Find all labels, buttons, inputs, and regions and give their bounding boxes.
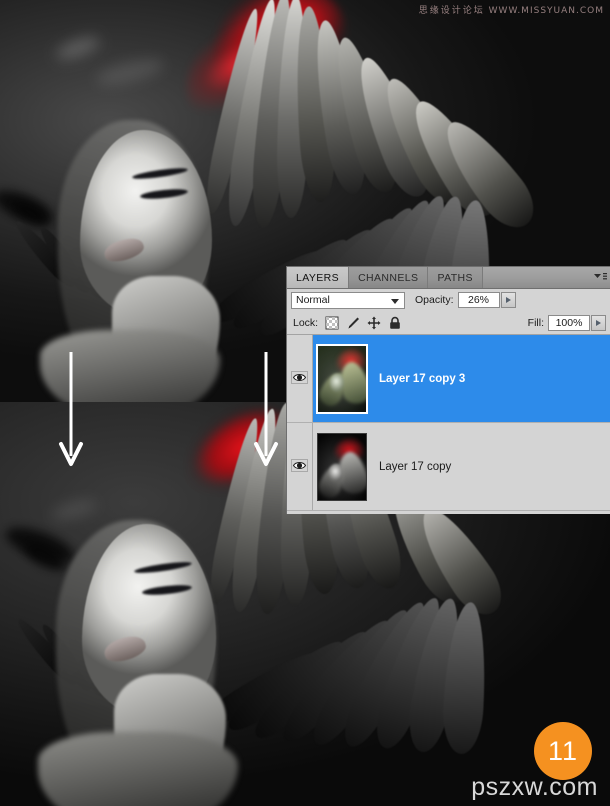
tab-layers-label: LAYERS (296, 271, 340, 284)
fill-input[interactable]: 100% (548, 314, 590, 331)
watermark-url: WWW.MISSYUAN.COM (488, 6, 604, 16)
lock-fill-row: Lock: Fill: 100% (287, 311, 610, 335)
step-number: 11 (547, 735, 579, 766)
opacity-stepper[interactable] (500, 292, 516, 308)
layer-visibility-cell[interactable] (287, 423, 313, 510)
layer-row-selected[interactable]: Layer 17 copy 3 (287, 335, 610, 423)
blend-opacity-row: Normal Opacity: 26% (287, 289, 610, 311)
site-watermark: pszxw.com (471, 773, 598, 801)
watermark: 思缘设计论坛 WWW.MISSYUAN.COM (419, 3, 604, 16)
lock-transparent-pixels-icon[interactable] (325, 316, 339, 330)
lock-image-pixels-icon[interactable] (346, 316, 360, 330)
caret-right-icon (505, 297, 511, 303)
layer-name: Layer 17 copy (379, 460, 452, 473)
fill-value: 100% (555, 316, 583, 329)
caret-right-icon (596, 319, 601, 326)
fill-stepper[interactable] (591, 314, 606, 331)
layer-thumbnail-green-red (316, 343, 368, 414)
fill-group: Fill: 100% (518, 314, 606, 331)
layers-panel: LAYERS CHANNELS PATHS Normal Opacity: 26… (286, 266, 610, 514)
tab-paths-label: PATHS (437, 271, 473, 284)
screenshot-root: 思缘设计论坛 WWW.MISSYUAN.COM 11 pszxw.com LAY… (0, 0, 610, 806)
opacity-label: Opacity: (415, 294, 454, 306)
layer-name: Layer 17 copy 3 (379, 372, 466, 385)
tab-paths[interactable]: PATHS (428, 267, 483, 288)
tab-channels-label: CHANNELS (358, 271, 419, 284)
step-badge: 11 (534, 722, 592, 780)
layer-thumbnail-cell[interactable] (313, 343, 371, 414)
chevron-down-icon (391, 298, 399, 304)
opacity-value: 26% (468, 294, 490, 306)
lock-all-icon[interactable] (388, 316, 402, 330)
opacity-input[interactable]: 26% (457, 292, 500, 308)
shoulder (38, 732, 238, 806)
layer-thumbnail-cell[interactable] (313, 432, 371, 501)
tab-bar-filler (483, 267, 610, 288)
layer-list: Layer 17 copy 3 Layer 17 copy (287, 335, 610, 511)
tab-layers[interactable]: LAYERS (287, 267, 350, 288)
lock-label: Lock: (293, 316, 319, 329)
layer-row[interactable]: Layer 17 copy (287, 423, 610, 511)
eye-icon[interactable] (291, 458, 308, 475)
fill-label: Fill: (527, 316, 544, 329)
eye-icon[interactable] (291, 370, 308, 387)
blend-mode-value: Normal (296, 294, 330, 306)
layer-visibility-cell[interactable] (287, 335, 313, 422)
lock-icon-group (325, 316, 402, 330)
lock-position-icon[interactable] (367, 316, 381, 330)
blend-mode-select[interactable]: Normal (291, 291, 405, 309)
shoulder (40, 330, 220, 402)
layer-thumbnail-bw-red (317, 432, 367, 501)
tab-channels[interactable]: CHANNELS (349, 267, 429, 288)
panel-tab-bar: LAYERS CHANNELS PATHS (287, 267, 610, 289)
panel-menu-icon[interactable] (594, 272, 607, 283)
watermark-cn: 思缘设计论坛 (418, 6, 485, 16)
